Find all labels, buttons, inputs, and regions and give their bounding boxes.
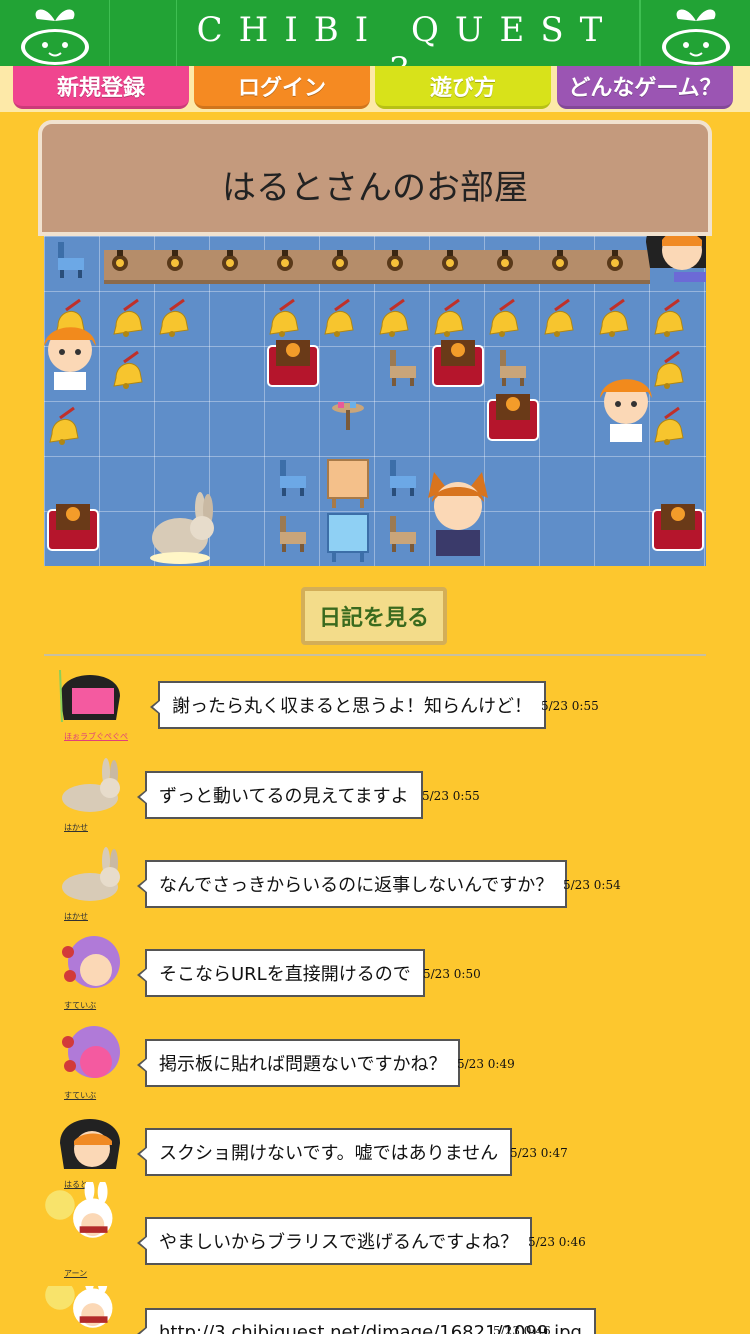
chat-author-name[interactable]: アーン — [64, 1268, 87, 1279]
chat-timestamp: 5/23 0:50 — [423, 967, 481, 981]
chat-avatar[interactable] — [56, 1020, 128, 1084]
chair — [280, 516, 306, 552]
bell-item — [49, 406, 79, 445]
chat-message: アーン やましいからブラリスで逃げるんですよね？ 5/23 0:46 — [0, 1182, 750, 1279]
chat-avatar-rabbit[interactable] — [56, 752, 128, 816]
chat-bubble: やましいからブラリスで逃げるんですよね？ — [136, 1217, 533, 1265]
mascot-logo-left[interactable] — [0, 0, 110, 66]
potion-bottle — [552, 250, 568, 271]
chat-bubble: スクショ開けないです。嘘ではありません — [136, 1128, 513, 1176]
chat-avatar-bunny-hood[interactable] — [42, 1286, 114, 1334]
avatar-character-orange-hair[interactable] — [44, 316, 112, 396]
avatar-character-hooded[interactable] — [640, 236, 706, 286]
bell-item — [489, 298, 519, 337]
bell-item — [324, 298, 354, 337]
about-game-button[interactable]: どんなゲーム？ — [557, 66, 733, 109]
chat-avatar[interactable] — [54, 662, 126, 726]
avatar-character-orange-hair[interactable] — [588, 368, 668, 448]
chat-avatar-rabbit[interactable] — [56, 841, 128, 905]
kotatsu-table — [432, 340, 484, 387]
chat-author-name[interactable]: すていぶ — [64, 1090, 96, 1101]
bell-item — [654, 298, 684, 337]
chair — [58, 242, 84, 278]
chat-bubble: そこならURLを直接開けるので — [137, 949, 425, 997]
rabbit-pet[interactable] — [140, 490, 220, 566]
chat-timestamp: 5/23 0:49 — [457, 1057, 515, 1071]
potion-bottle — [442, 250, 458, 271]
chat-bubble: 掲示板に貼れば問題ないですかね？ — [136, 1039, 461, 1087]
room-title-banner: はるとさんのお部屋 — [36, 116, 714, 236]
chat-message: ほぉラブぐぺぐぺ 謝ったら丸く収まると思うよ！知らんけど！ 5/23 0:55 — [0, 660, 750, 742]
side-table — [332, 402, 364, 430]
sprout-mascot-icon — [661, 9, 730, 65]
view-diary-button[interactable]: 日記を見る — [301, 587, 447, 645]
room-title: はるとさんのお部屋 — [222, 168, 528, 208]
potion-bottle — [167, 250, 183, 271]
chat-author-name[interactable]: ほぉラブぐぺぐぺ — [64, 731, 128, 742]
bell-item — [544, 298, 574, 337]
nav-bar: 新規登録 ログイン 遊び方 どんなゲーム？ — [0, 66, 750, 112]
chat-bubble: なんでさっきからいるのに返事しないんですか？ — [136, 860, 568, 908]
chat-message: すていぶ そこならURLを直接開けるので 5/23 0:50 — [0, 928, 750, 1011]
potion-bottle — [222, 250, 238, 271]
chat-bubble: 謝ったら丸く収まると思うよ！知らんけど！ — [150, 681, 546, 729]
chat-timestamp: 5/23 0:54 — [563, 878, 621, 892]
chat-timestamp: 5/23 0:46 — [493, 1324, 551, 1334]
room-view[interactable] — [44, 236, 706, 566]
chat-message: http://3.chibiquest.net/dimage/16821/109… — [0, 1286, 750, 1334]
bell-item — [379, 298, 409, 337]
table — [327, 459, 369, 508]
kotatsu-table — [652, 504, 704, 551]
potion-bottle — [607, 250, 623, 271]
potion-bottle — [387, 250, 403, 271]
chat-timestamp: 5/23 0:55 — [422, 789, 480, 803]
login-button[interactable]: ログイン — [194, 66, 370, 109]
chair — [500, 350, 526, 386]
potion-bottle — [277, 250, 293, 271]
chat-message: はると スクショ開けないです。嘘ではありません 5/23 0:47 — [0, 1107, 750, 1189]
table — [327, 513, 369, 562]
bell-item — [599, 298, 629, 337]
sprout-mascot-icon — [20, 9, 89, 65]
kotatsu-table — [487, 394, 539, 441]
chat-avatar[interactable] — [54, 1107, 126, 1171]
chat-author-name[interactable]: はかせ — [64, 911, 88, 922]
bell-item — [434, 298, 464, 337]
chair — [390, 350, 416, 386]
chair — [390, 516, 416, 552]
chat-message: はかせ なんでさっきからいるのに返事しないんですか？ 5/23 0:54 — [0, 839, 750, 922]
chat-author-name[interactable]: すていぶ — [64, 1000, 96, 1011]
chat-avatar[interactable] — [56, 930, 128, 994]
chat-timestamp: 5/23 0:55 — [541, 699, 599, 713]
chair — [280, 460, 306, 496]
bell-item — [159, 298, 189, 337]
chat-bubble: ずっと動いてるの見えてますよ — [137, 771, 423, 819]
app-header: CHIBI QUEST 3 — [0, 0, 750, 90]
avatar-character-cat-boy[interactable] — [418, 468, 498, 564]
mascot-logo-right[interactable] — [640, 0, 750, 66]
chat-timestamp: 5/23 0:47 — [510, 1146, 568, 1160]
divider — [44, 654, 706, 656]
kotatsu-table — [47, 504, 99, 551]
bell-item — [269, 298, 299, 337]
chat-author-name[interactable]: はかせ — [64, 822, 88, 833]
chat-timestamp: 5/23 0:46 — [528, 1235, 586, 1249]
potion-bottle — [332, 250, 348, 271]
potion-bottle — [497, 250, 513, 271]
chair — [390, 460, 416, 496]
chat-avatar-bunny-hood[interactable] — [42, 1182, 114, 1246]
potion-bottle — [112, 250, 128, 271]
how-to-play-button[interactable]: 遊び方 — [375, 66, 551, 109]
chat-message: はかせ ずっと動いてるの見えてますよ 5/23 0:55 — [0, 750, 750, 833]
register-button[interactable]: 新規登録 — [13, 66, 189, 109]
bell-item — [113, 298, 143, 337]
kotatsu-table — [267, 340, 319, 387]
bell-item — [113, 350, 143, 389]
chat-message: すていぶ 掲示板に貼れば問題ないですかね？ 5/23 0:49 — [0, 1018, 750, 1101]
